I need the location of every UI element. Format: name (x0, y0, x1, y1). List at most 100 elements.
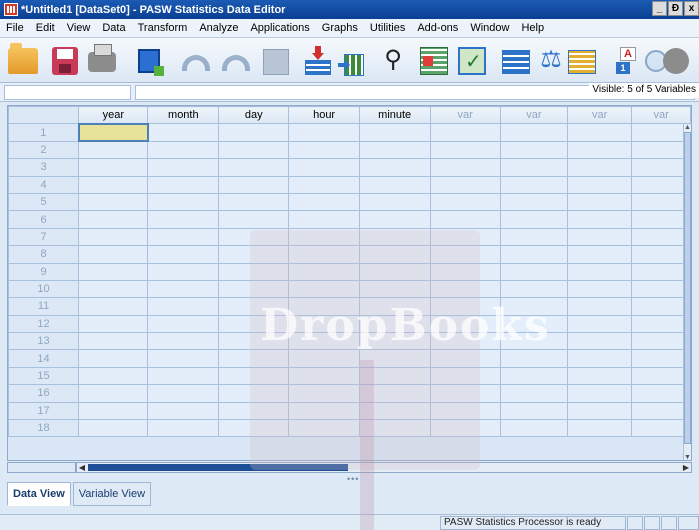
data-cell[interactable] (147, 401, 220, 421)
data-cell[interactable] (631, 175, 691, 194)
data-cell[interactable] (429, 401, 501, 421)
data-cell[interactable] (78, 419, 149, 438)
data-cell[interactable] (147, 349, 220, 368)
split-file-icon[interactable] (420, 47, 448, 75)
data-cell[interactable] (358, 210, 431, 229)
menu-file[interactable]: File (4, 22, 30, 34)
data-cell[interactable] (78, 384, 149, 403)
data-cell[interactable] (429, 123, 501, 142)
data-cell[interactable] (566, 366, 633, 386)
data-cell[interactable] (358, 314, 431, 334)
data-cell[interactable] (218, 262, 290, 281)
data-cell[interactable] (218, 332, 290, 351)
data-cell[interactable] (429, 262, 501, 281)
undo-icon[interactable] (182, 55, 210, 71)
data-cell[interactable] (288, 332, 360, 351)
menu-applications[interactable]: Applications (244, 22, 315, 34)
data-cell[interactable] (499, 401, 568, 421)
data-cell[interactable] (631, 140, 691, 160)
data-cell[interactable] (499, 245, 568, 264)
scroll-up-icon[interactable]: ▲ (684, 124, 691, 132)
data-cell[interactable] (78, 158, 149, 177)
data-cell[interactable] (147, 366, 220, 386)
data-cell[interactable] (147, 314, 220, 334)
data-cell[interactable] (499, 210, 568, 229)
data-cell[interactable] (218, 175, 290, 194)
data-cell[interactable] (566, 210, 633, 229)
data-cell[interactable] (288, 158, 360, 177)
row-header[interactable]: 17 (8, 401, 80, 421)
row-header[interactable]: 11 (8, 297, 80, 316)
value-labels-icon[interactable] (568, 50, 596, 74)
data-cell[interactable] (358, 245, 431, 264)
data-cell[interactable] (499, 419, 568, 438)
row-header[interactable]: 14 (8, 349, 80, 368)
data-cell[interactable] (566, 123, 633, 142)
data-cell[interactable] (78, 140, 149, 160)
data-cell[interactable] (358, 401, 431, 421)
column-header[interactable]: month (147, 106, 220, 125)
data-cell[interactable] (218, 210, 290, 229)
row-header[interactable]: 1 (8, 123, 80, 142)
data-cell[interactable] (78, 366, 149, 386)
data-grid[interactable]: year month day hour minute var var var var 12345… (7, 105, 692, 461)
row-header[interactable]: 18 (8, 419, 80, 438)
data-cell[interactable] (78, 314, 149, 334)
row-header[interactable]: 7 (8, 227, 80, 247)
data-cell[interactable] (288, 297, 360, 316)
menu-view[interactable]: View (61, 22, 97, 34)
data-cell[interactable] (631, 384, 691, 403)
weight-cases-icon[interactable] (502, 50, 530, 74)
menu-utilities[interactable]: Utilities (364, 22, 411, 34)
data-cell[interactable] (499, 366, 568, 386)
go-to-variable-icon[interactable] (338, 44, 374, 77)
minimize-button[interactable]: _ (652, 1, 667, 16)
data-cell[interactable] (78, 297, 149, 316)
data-cell[interactable] (566, 401, 633, 421)
data-cell[interactable] (631, 332, 691, 351)
data-cell[interactable] (499, 279, 568, 299)
data-cell[interactable] (218, 245, 290, 264)
active-data-cell[interactable] (77, 122, 149, 143)
row-header[interactable]: 6 (8, 210, 80, 229)
data-cell[interactable] (147, 140, 220, 160)
data-cell[interactable] (566, 192, 633, 212)
data-cell[interactable] (147, 262, 220, 281)
data-cell[interactable] (218, 297, 290, 316)
data-cell[interactable] (429, 210, 501, 229)
data-cell[interactable] (358, 140, 431, 160)
column-header[interactable]: hour (288, 106, 360, 125)
menu-graphs[interactable]: Graphs (316, 22, 364, 34)
use-variable-sets-icon[interactable] (645, 46, 689, 76)
data-cell[interactable] (499, 384, 568, 403)
menu-window[interactable]: Window (464, 22, 515, 34)
data-cell[interactable] (358, 175, 431, 194)
data-cell[interactable] (499, 227, 568, 247)
data-cell[interactable] (631, 262, 691, 281)
row-header[interactable]: 2 (8, 140, 80, 160)
data-cell[interactable] (358, 297, 431, 316)
row-header[interactable]: 3 (8, 158, 80, 177)
data-cell[interactable] (631, 297, 691, 316)
data-cell[interactable] (147, 158, 220, 177)
data-cell[interactable] (566, 349, 633, 368)
data-cell[interactable] (429, 419, 501, 438)
data-cell[interactable] (566, 384, 633, 403)
data-cell[interactable] (566, 419, 633, 438)
data-cell[interactable] (358, 262, 431, 281)
row-header[interactable]: 8 (8, 245, 80, 264)
data-cell[interactable] (288, 140, 360, 160)
data-cell[interactable] (147, 297, 220, 316)
data-cell[interactable] (218, 401, 290, 421)
data-cell[interactable] (288, 192, 360, 212)
data-cell[interactable] (147, 210, 220, 229)
scroll-down-icon[interactable]: ▼ (684, 454, 691, 460)
menu-analyze[interactable]: Analyze (193, 22, 244, 34)
column-header[interactable]: minute (358, 106, 431, 125)
data-cell[interactable] (429, 227, 501, 247)
data-cell[interactable] (429, 332, 501, 351)
data-cell[interactable] (78, 175, 149, 194)
data-cell[interactable] (288, 314, 360, 334)
data-cell[interactable] (358, 384, 431, 403)
data-cell[interactable] (566, 140, 633, 160)
